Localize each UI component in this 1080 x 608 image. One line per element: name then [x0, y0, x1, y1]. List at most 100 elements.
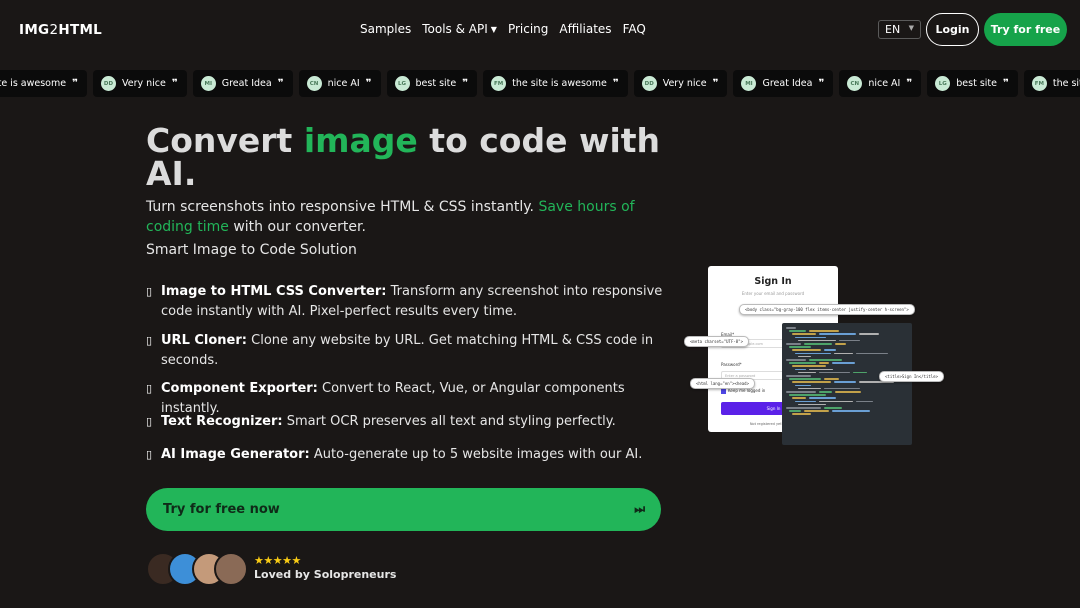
- code-line: [835, 391, 861, 393]
- code-tag-title: <title>Sign In</title>: [879, 371, 944, 382]
- feature-item: ▯ Text Recognizer: Smart OCR preserves a…: [146, 412, 666, 432]
- code-line: [789, 410, 801, 412]
- code-line: [819, 391, 832, 393]
- code-line: [795, 400, 816, 403]
- avatar: LG: [935, 76, 951, 91]
- avatar: DD: [641, 76, 657, 91]
- feature-item: ▯ URL Cloner: Clone any website by URL. …: [146, 331, 666, 370]
- rating-stars: ★★★★★: [254, 554, 301, 567]
- code-line: [853, 371, 867, 374]
- feature-bullet-icon: ▯: [146, 334, 153, 347]
- quote-icon: ❞: [712, 78, 719, 89]
- code-line: [792, 333, 816, 335]
- avatar: MI: [200, 76, 216, 91]
- code-line: [792, 397, 806, 399]
- quote-icon: ❞: [818, 78, 825, 89]
- code-tag-body: <body class="bg-gray-100 flex items-cent…: [739, 304, 915, 315]
- code-line: [798, 387, 821, 390]
- feature-bullet-icon: ▯: [146, 285, 153, 298]
- testimonial-text: Very nice: [121, 78, 166, 89]
- code-line: [798, 403, 826, 406]
- chevron-down-icon: ▼: [490, 24, 497, 34]
- code-line: [819, 362, 829, 364]
- feature-item: ▯ AI Image Generator: Auto-generate up t…: [146, 445, 666, 465]
- password-label: Password*: [721, 362, 742, 367]
- code-line: [792, 349, 821, 351]
- quote-icon: ❞: [1002, 78, 1009, 89]
- testimonial-pill: LG best site ❞: [927, 70, 1018, 97]
- code-line: [832, 362, 855, 364]
- testimonial-pill: CN nice AI ❞: [298, 70, 381, 97]
- hero-subtitle: Turn screenshots into responsive HTML & …: [146, 199, 635, 235]
- nav-faq[interactable]: FAQ: [623, 22, 646, 36]
- hero-title-highlight: image: [303, 121, 418, 160]
- nav-samples[interactable]: Samples: [360, 22, 411, 36]
- avatar: [214, 552, 248, 586]
- try-free-now-button[interactable]: Try for free now ⏭: [146, 488, 661, 531]
- caret-down-icon: ▼: [908, 24, 914, 32]
- testimonial-pill: MI Great Idea ❞: [192, 70, 293, 97]
- code-line: [839, 339, 860, 342]
- code-line: [856, 352, 888, 355]
- testimonial-text: nice AI: [868, 78, 901, 89]
- code-line: [832, 410, 870, 412]
- try-free-button[interactable]: Try for free: [984, 13, 1067, 46]
- hero-title: Convert image to code with AI.: [146, 121, 661, 193]
- header: IMG2HTML Samples Tools & API ▼ Pricing Af…: [0, 0, 1080, 60]
- testimonial-pill: DD Very nice ❞: [92, 70, 187, 97]
- code-line: [786, 343, 801, 345]
- quote-icon: ❞: [365, 78, 372, 89]
- code-tag-html: <html lang="en"><head>: [690, 378, 755, 389]
- testimonial-text: site is awesome: [0, 78, 67, 89]
- testimonial-pill: LG best site ❞: [386, 70, 478, 97]
- avatar: LG: [394, 76, 410, 91]
- code-line: [786, 359, 806, 361]
- testimonial-text: best site: [415, 78, 457, 89]
- testimonial-text: nice AI: [327, 78, 360, 89]
- avatar: MI: [741, 76, 757, 91]
- testimonial-marquee: site is awesome ❞ DD Very nice ❞ MI Great Idea…: [0, 70, 1080, 97]
- testimonial-pill: FMthe site is awesome❞: [1023, 70, 1080, 97]
- nav-tools-api[interactable]: Tools & API ▼: [422, 22, 497, 36]
- logo[interactable]: IMG2HTML: [19, 22, 102, 38]
- code-line: [786, 391, 816, 393]
- code-line: [859, 333, 879, 335]
- card-title: Sign In: [754, 276, 792, 287]
- code-line: [809, 397, 836, 399]
- code-line: [792, 413, 811, 415]
- testimonial-text: Great Idea: [221, 78, 272, 89]
- quote-icon: ❞: [462, 78, 469, 89]
- code-line: [824, 407, 842, 409]
- code-line: [795, 368, 806, 371]
- code-line: [809, 330, 839, 332]
- code-line: [789, 378, 821, 380]
- code-line: [834, 381, 856, 383]
- avatar: FM: [491, 76, 507, 91]
- login-button[interactable]: Login: [926, 13, 979, 46]
- code-line: [792, 365, 826, 367]
- avatar: CN: [847, 76, 863, 91]
- code-line: [786, 407, 821, 409]
- code-line: [789, 346, 811, 348]
- code-line: [798, 355, 811, 358]
- testimonial-pill: site is awesome ❞: [0, 70, 87, 97]
- avatar: CN: [306, 76, 322, 91]
- code-line: [834, 352, 853, 355]
- main-nav: Samples Tools & API ▼ Pricing Affiliates …: [360, 22, 646, 36]
- code-line: [786, 327, 796, 329]
- code-line: [798, 339, 836, 342]
- nav-pricing[interactable]: Pricing: [508, 22, 548, 36]
- code-line: [795, 352, 831, 355]
- code-line: [789, 330, 806, 332]
- quote-icon: ❞: [612, 78, 619, 89]
- marquee-track: site is awesome ❞ DD Very nice ❞ MI Great Idea…: [0, 70, 1080, 97]
- code-line: [792, 381, 831, 383]
- fast-forward-icon: ⏭: [634, 502, 645, 516]
- avatar: DD: [100, 76, 116, 91]
- code-line: [809, 368, 833, 371]
- testimonial-pill: CN nice AI ❞: [839, 70, 922, 97]
- language-select[interactable]: EN ▼: [878, 20, 921, 39]
- loved-by-label: Loved by Solopreneurs: [254, 568, 397, 581]
- nav-affiliates[interactable]: Affiliates: [559, 22, 611, 36]
- code-line: [789, 362, 816, 364]
